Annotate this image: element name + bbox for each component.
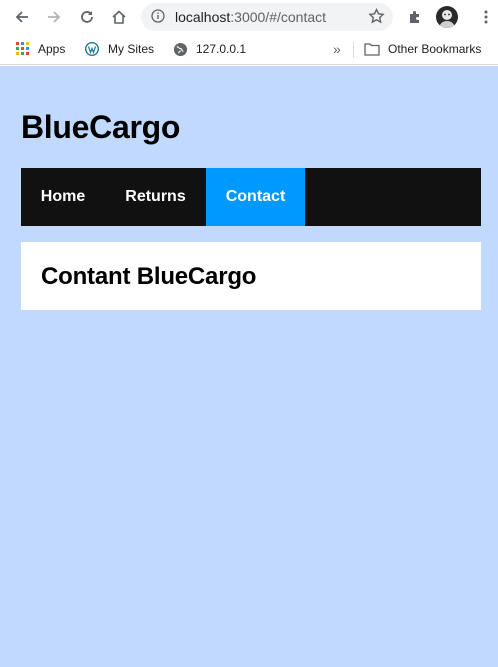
folder-icon	[364, 42, 380, 56]
bookmark-my-sites[interactable]: My Sites	[84, 40, 154, 58]
browser-toolbar: localhost:3000/#/contact	[0, 0, 498, 34]
home-icon	[112, 10, 126, 24]
nav-item-returns[interactable]: Returns	[105, 168, 206, 226]
content-card: Contant BlueCargo	[21, 242, 481, 310]
forward-arrow-icon	[48, 11, 61, 23]
apps-grid-icon	[16, 42, 30, 56]
wordpress-icon	[84, 41, 100, 57]
puzzle-piece-icon	[410, 11, 419, 23]
back-button[interactable]	[10, 5, 34, 29]
home-button[interactable]	[107, 5, 131, 29]
chevron-double-right-icon: »	[333, 41, 341, 57]
reload-icon	[81, 11, 93, 23]
bookmark-label: My Sites	[108, 42, 155, 56]
globe-icon	[173, 42, 188, 57]
bookmarks-bar: Apps My Sites 127.0.0.1 » Other Bookmark…	[0, 34, 498, 65]
kebab-menu-icon	[484, 10, 488, 24]
profile-avatar[interactable]	[436, 6, 458, 28]
nav-item-home[interactable]: Home	[21, 168, 105, 226]
bookmark-other-bookmarks[interactable]: Other Bookmarks	[364, 40, 481, 58]
bookmark-label: Other Bookmarks	[388, 42, 482, 56]
bookmarks-overflow-button[interactable]: »	[333, 40, 341, 58]
url-host: localhost	[175, 9, 231, 25]
forward-button[interactable]	[42, 5, 66, 29]
url-path: :3000/#/contact	[230, 9, 327, 25]
site-title: BlueCargo	[21, 109, 181, 145]
address-url[interactable]: localhost:3000/#/contact	[175, 9, 326, 25]
bookmark-apps[interactable]: Apps	[16, 40, 65, 58]
bookmark-label: Apps	[38, 42, 66, 56]
reload-button[interactable]	[75, 5, 99, 29]
browser-menu-button[interactable]	[474, 5, 498, 29]
bookmarks-divider	[353, 42, 354, 58]
bookmark-label: 127.0.0.1	[196, 42, 247, 56]
main-nav: Home Returns Contact	[21, 168, 481, 226]
extensions-button[interactable]	[403, 5, 427, 29]
site-info-icon[interactable]	[151, 9, 165, 28]
page-heading: Contant BlueCargo	[41, 263, 257, 290]
back-arrow-icon	[15, 11, 28, 23]
bookmark-star-icon[interactable]	[368, 7, 385, 30]
address-bar[interactable]: localhost:3000/#/contact	[141, 3, 393, 31]
page-viewport: BlueCargo Home Returns Contact Contant B…	[0, 66, 498, 667]
nav-item-contact[interactable]: Contact	[206, 168, 305, 226]
bookmark-localhost[interactable]: 127.0.0.1	[173, 40, 246, 58]
